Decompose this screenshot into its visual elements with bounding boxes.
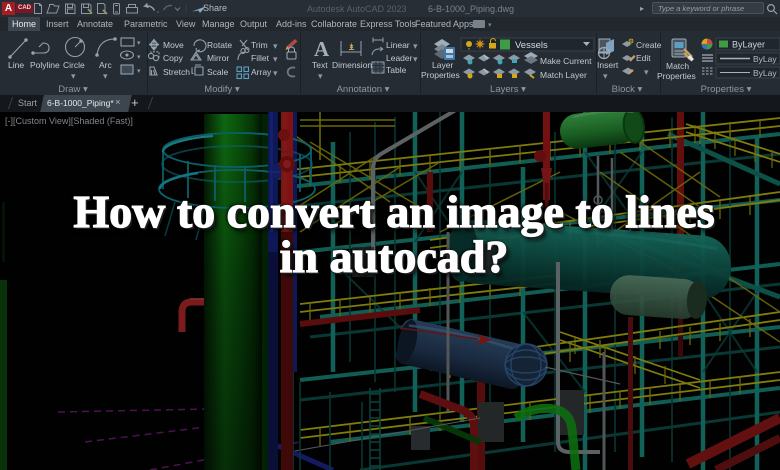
svg-text:▾: ▾	[137, 68, 141, 75]
svg-text:▾: ▾	[137, 54, 141, 61]
svg-text:ByLayer: ByLayer	[732, 40, 765, 50]
svg-text:Vessels: Vessels	[515, 40, 548, 51]
svg-text:ByLay: ByLay	[753, 54, 777, 64]
svg-text:▾: ▾	[137, 40, 141, 47]
svg-text:A: A	[314, 37, 330, 61]
svg-text:ByLay: ByLay	[753, 68, 777, 78]
